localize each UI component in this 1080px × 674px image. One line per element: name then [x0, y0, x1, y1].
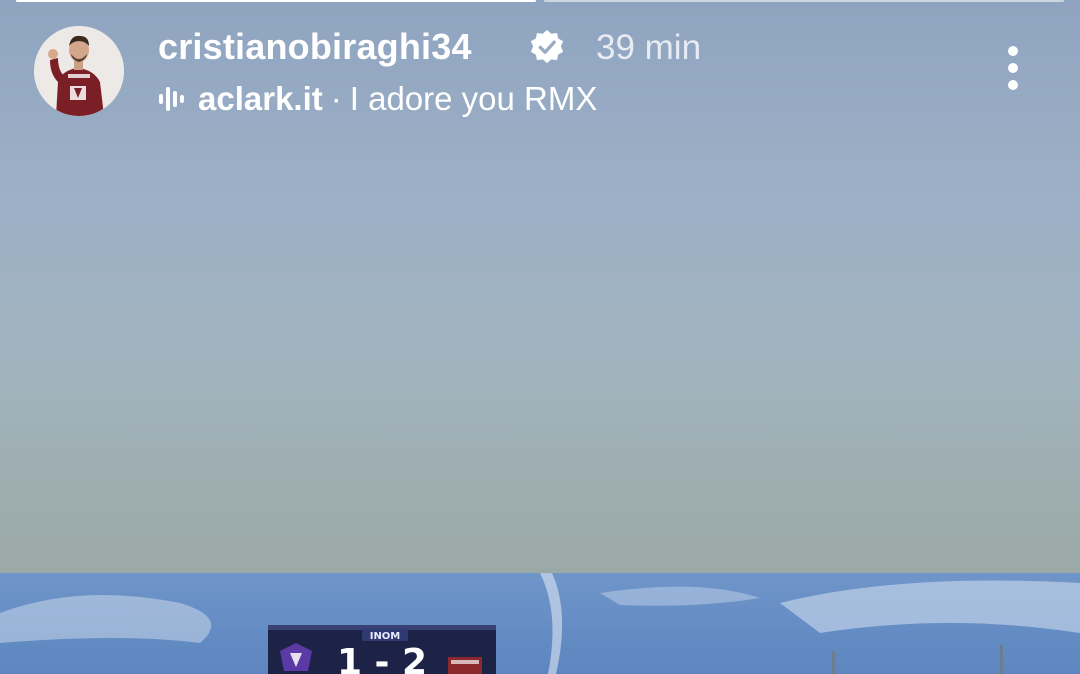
music-track[interactable]: I adore you RMX — [350, 80, 598, 118]
more-vertical-icon[interactable] — [996, 44, 1030, 94]
story-progress-segment-1 — [16, 0, 536, 2]
avatar[interactable] — [34, 26, 124, 116]
avatar-image — [34, 26, 124, 116]
story-viewer[interactable]: cristianobiraghi34 39 min aclark.it · I … — [0, 0, 1080, 674]
music-attribution[interactable]: aclark.it · I adore you RMX — [158, 78, 597, 120]
stadium-photo: INOM 1 - 2 — [0, 573, 1080, 674]
post-time: 39 min — [596, 28, 702, 67]
audio-waveform-icon — [159, 87, 184, 111]
story-progress-segment-2 — [544, 0, 1064, 2]
story-photo: INOM 1 - 2 — [0, 573, 1080, 674]
scoreboard-brand: INOM — [370, 631, 401, 642]
username[interactable]: cristianobiraghi34 — [158, 26, 472, 68]
music-separator: · — [330, 80, 342, 117]
verified-badge-icon — [530, 29, 564, 64]
story-progress-fill — [16, 0, 536, 2]
music-artist[interactable]: aclark.it — [198, 80, 323, 118]
scoreboard-score: 1 - 2 — [337, 642, 427, 674]
